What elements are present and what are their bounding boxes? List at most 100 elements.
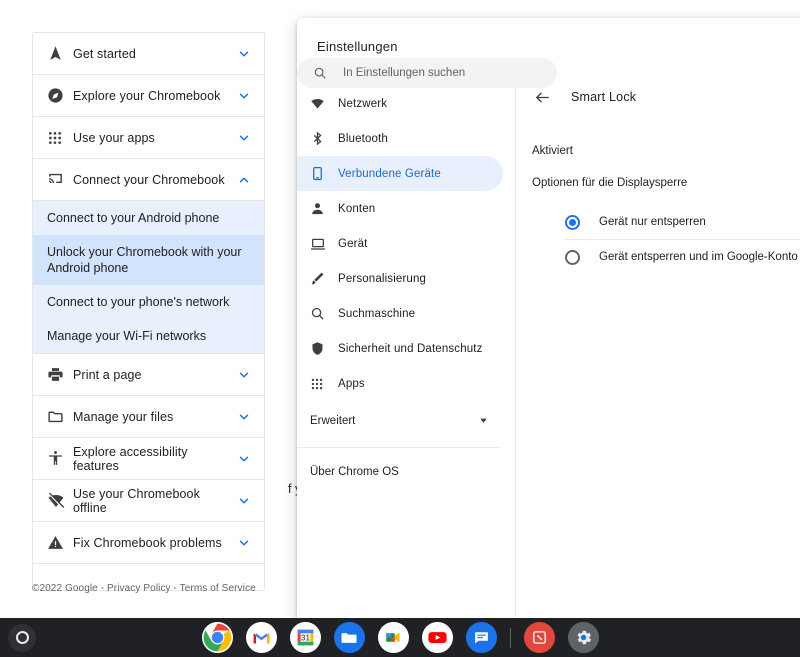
shield-icon	[310, 341, 338, 356]
accessibility-icon	[47, 450, 73, 467]
settings-search-field[interactable]: In Einstellungen suchen	[297, 58, 557, 88]
help-section-print-a-page[interactable]: Print a page	[33, 354, 264, 396]
back-arrow-icon[interactable]	[534, 89, 551, 106]
smartphone-icon	[310, 166, 338, 181]
radio-option-unlock-only[interactable]: Gerät nur entsperren	[532, 205, 800, 239]
sidebar-item-apps[interactable]: Apps	[297, 366, 503, 401]
nav-divider	[297, 447, 501, 448]
red-app-icon[interactable]	[523, 622, 555, 657]
radio-option-label: Gerät entsperren und im Google-Konto anm…	[599, 251, 800, 263]
shelf-app-list: 31	[0, 622, 800, 657]
help-section-label: Get started	[73, 46, 136, 61]
help-section-label: Use your Chromebook offline	[73, 486, 200, 515]
sidebar-item-geraet[interactable]: Gerät	[297, 226, 503, 261]
chevron-up-icon[interactable]	[236, 173, 252, 187]
help-topics-card: Get started Explore your Chromebook Use …	[32, 32, 265, 591]
chevron-down-icon[interactable]	[236, 131, 252, 145]
sidebar-item-ueber-chrome-os[interactable]: Über Chrome OS	[297, 457, 515, 487]
navigation-arrow-icon	[47, 45, 73, 62]
help-section-fix-problems[interactable]: Fix Chromebook problems	[33, 522, 264, 564]
search-icon	[313, 66, 327, 80]
sidebar-item-konten[interactable]: Konten	[297, 191, 503, 226]
sidebar-item-suchmaschine[interactable]: Suchmaschine	[297, 296, 503, 331]
help-section-label: Explore accessibility features	[73, 444, 188, 473]
help-section-label: Print a page	[73, 367, 142, 382]
help-section-label: Use your apps	[73, 130, 155, 145]
sidebar-item-verbundene-geraete[interactable]: Verbundene Geräte	[297, 156, 503, 191]
bluetooth-icon	[310, 131, 338, 146]
printer-icon	[47, 366, 73, 383]
help-section-offline[interactable]: Use your Chromebook offline	[33, 480, 264, 522]
sidebar-item-personalisierung[interactable]: Personalisierung	[297, 261, 503, 296]
gmail-icon[interactable]	[245, 622, 277, 657]
chat-icon[interactable]	[465, 622, 497, 657]
page-footer: ©2022 Google - Privacy Policy - Terms of…	[32, 583, 256, 594]
sidebar-item-erweitert[interactable]: Erweitert	[297, 403, 515, 438]
person-icon	[310, 201, 338, 216]
brush-icon	[310, 271, 338, 286]
settings-nav: Netzwerk Bluetooth Verbundene Geräte Kon…	[297, 74, 516, 618]
chrome-icon[interactable]	[201, 622, 233, 657]
chevron-down-icon[interactable]	[236, 494, 252, 508]
help-subitem-phone-network[interactable]: Connect to your phone's network	[33, 285, 264, 319]
sidebar-item-label: Suchmaschine	[338, 307, 416, 320]
chevron-down-icon[interactable]	[236, 89, 252, 103]
help-section-get-started[interactable]: Get started	[33, 33, 264, 75]
chromeos-desktop: Get started Explore your Chromebook Use …	[0, 0, 800, 657]
chevron-down-icon[interactable]	[236, 368, 252, 382]
lock-options-radio-group: Gerät nur entsperren Gerät entsperren un…	[516, 205, 800, 274]
help-section-label: Manage your files	[73, 409, 174, 424]
files-icon[interactable]	[333, 622, 365, 657]
sidebar-item-sicherheit-datenschutz[interactable]: Sicherheit und Datenschutz	[297, 331, 503, 366]
shelf-separator	[509, 627, 511, 648]
help-section-explore-chromebook[interactable]: Explore your Chromebook	[33, 75, 264, 117]
sidebar-item-label: Sicherheit und Datenschutz	[338, 342, 483, 355]
settings-window: Einstellungen Netzwerk Bluetooth Verbund…	[297, 18, 800, 618]
content-header: Smart Lock	[516, 74, 800, 120]
chevron-down-icon[interactable]	[478, 415, 489, 426]
wifi-icon	[310, 96, 338, 111]
svg-text:31: 31	[301, 634, 310, 643]
calendar-icon[interactable]: 31	[289, 622, 321, 657]
help-section-manage-your-files[interactable]: Manage your files	[33, 396, 264, 438]
wifi-off-icon	[47, 492, 73, 510]
sidebar-item-label: Apps	[338, 377, 365, 390]
page-title: Einstellungen	[317, 38, 398, 54]
youtube-icon[interactable]	[421, 622, 453, 657]
chevron-down-icon[interactable]	[236, 410, 252, 424]
sidebar-item-netzwerk[interactable]: Netzwerk	[297, 86, 503, 121]
settings-gear-icon[interactable]	[567, 622, 599, 657]
apps-grid-icon	[47, 130, 73, 146]
folder-icon	[47, 408, 73, 425]
sidebar-item-label: Netzwerk	[338, 97, 388, 110]
help-section-use-your-apps[interactable]: Use your apps	[33, 117, 264, 159]
warning-triangle-icon	[47, 534, 73, 551]
help-section-label: Fix Chromebook problems	[73, 535, 222, 550]
compass-icon	[47, 87, 73, 104]
help-section-connect-chromebook[interactable]: Connect your Chromebook	[33, 159, 264, 201]
settings-body: Netzwerk Bluetooth Verbundene Geräte Kon…	[297, 74, 800, 618]
help-section-accessibility[interactable]: Explore accessibility features	[33, 438, 264, 480]
cast-icon	[47, 171, 73, 188]
search-icon	[310, 306, 338, 321]
chevron-down-icon[interactable]	[236, 536, 252, 550]
sidebar-item-label: Personalisierung	[338, 272, 427, 285]
radio-option-label: Gerät nur entsperren	[599, 216, 706, 228]
sidebar-item-bluetooth[interactable]: Bluetooth	[297, 121, 503, 156]
settings-content: Smart Lock Aktiviert Optionen für die Di…	[516, 74, 800, 618]
help-subitem-connect-android-phone[interactable]: Connect to your Android phone	[33, 201, 264, 235]
chevron-down-icon[interactable]	[236, 47, 252, 61]
radio-button-selected-icon[interactable]	[565, 214, 580, 230]
help-subitem-group: Connect to your Android phone Unlock you…	[33, 201, 264, 354]
help-subitem-manage-wifi[interactable]: Manage your Wi-Fi networks	[33, 319, 264, 353]
chevron-down-icon[interactable]	[236, 452, 252, 466]
sidebar-item-label: Gerät	[338, 237, 368, 250]
help-subitem-unlock-chromebook[interactable]: Unlock your Chromebook with your Android…	[33, 235, 264, 285]
sidebar-item-label: Bluetooth	[338, 132, 388, 145]
radio-button-icon[interactable]	[565, 249, 580, 265]
laptop-icon	[310, 236, 338, 252]
search-placeholder: In Einstellungen suchen	[343, 67, 466, 79]
radio-option-unlock-and-signin[interactable]: Gerät entsperren und im Google-Konto anm…	[532, 240, 800, 274]
help-section-label: Connect your Chromebook	[73, 172, 225, 187]
meet-icon[interactable]	[377, 622, 409, 657]
